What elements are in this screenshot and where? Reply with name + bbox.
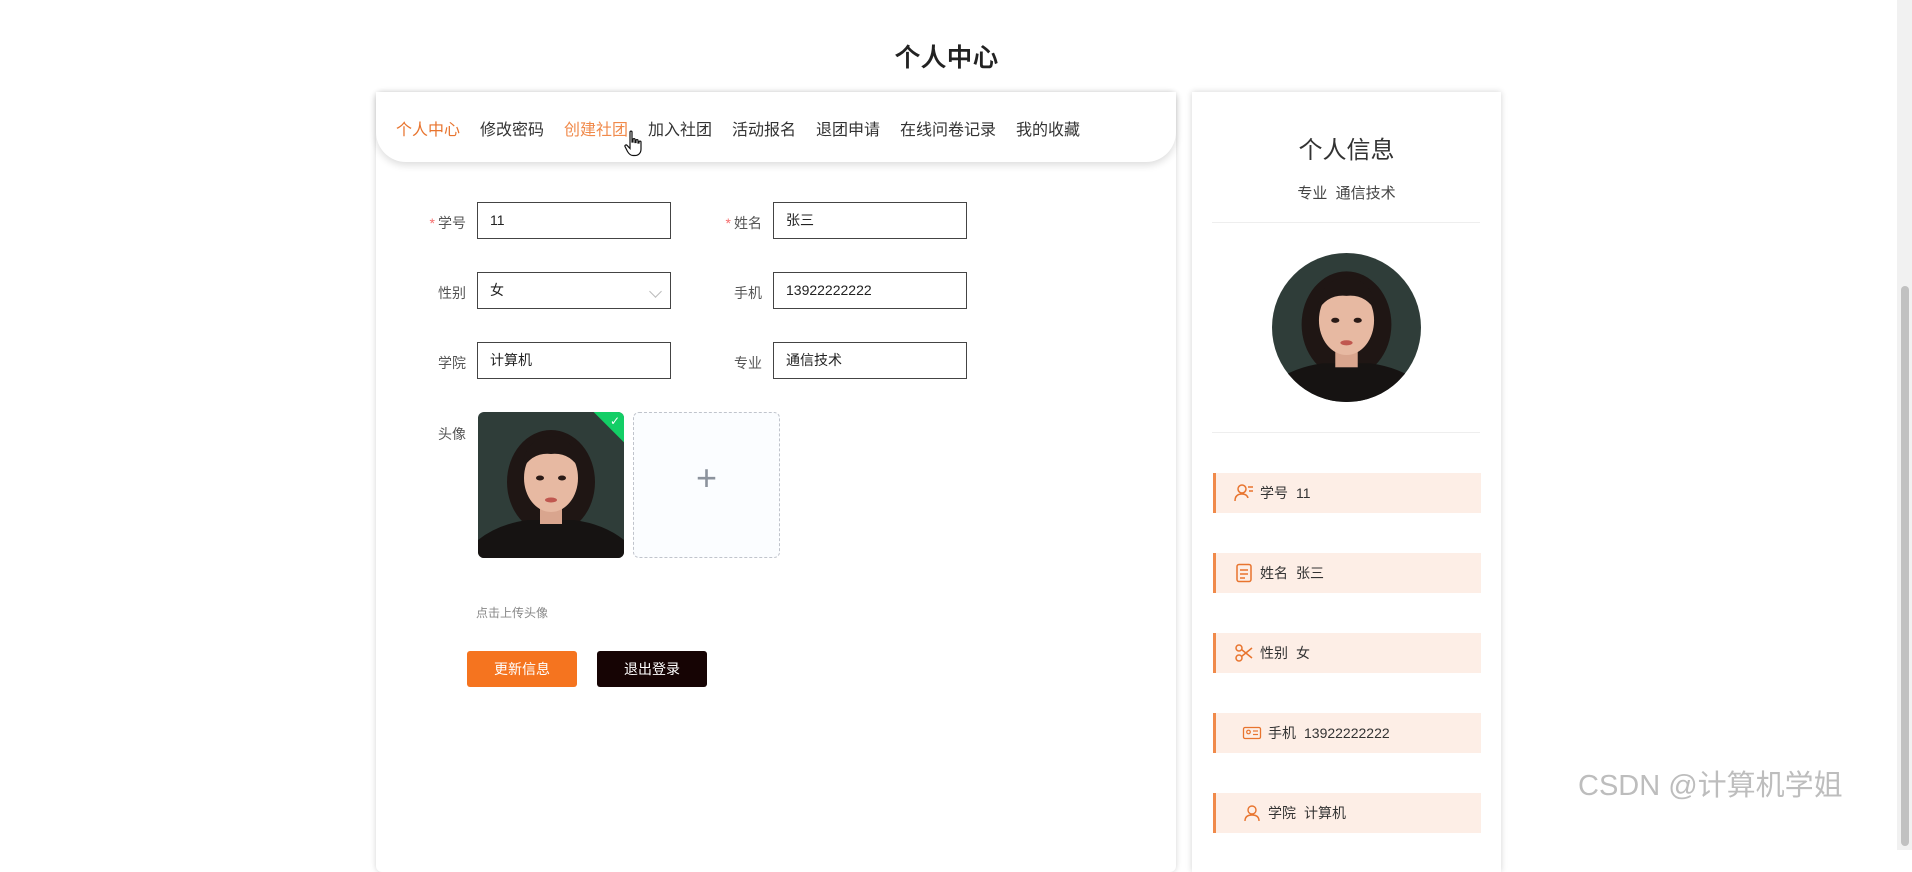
person-icon [1244,805,1260,822]
row-label: 学院 [1268,805,1296,821]
major-input[interactable]: 通信技术 [773,342,967,379]
row-label: 性别 [1260,645,1288,661]
row-value: 11 [1296,485,1311,501]
chevron-down-icon [649,285,662,298]
check-icon: ✓ [609,414,620,428]
plus-icon: + [695,457,718,498]
divider [1212,432,1480,433]
row-label: 学号 [1260,485,1288,501]
uploaded-avatar-image[interactable]: ✓ [478,412,624,558]
row-label: 姓名 [1260,565,1288,581]
college-input[interactable]: 计算机 [477,342,671,379]
id-card-icon [1242,726,1262,740]
phone-input[interactable]: 13922222222 [773,272,967,309]
profile-avatar [1272,253,1421,402]
user-id-icon [1234,484,1253,502]
profile-row-student-id: 学号 11 [1213,473,1481,513]
profile-title: 个人信息 [1298,137,1395,164]
update-info-button[interactable]: 更新信息 [467,651,577,687]
profile-row-phone: 手机 13922222222 [1213,713,1481,753]
row-value: 张三 [1296,565,1324,581]
profile-row-gender: 性别女 [1213,633,1481,673]
row-label: 手机 [1268,725,1296,741]
college-label: 学院 [438,355,466,371]
scissors-icon [1235,644,1253,662]
row-value: 计算机 [1304,805,1346,821]
tab-bar: 个人中心 修改密码 创建社团 加入社团 活动报名 退团申请 在线问卷记录 我的收… [376,92,1176,162]
tab-my-favorites[interactable]: 我的收藏 [1016,116,1080,140]
gender-select-value: 女 [490,282,504,298]
profile-panel: 个人信息 专业 通信技术 学号 11 姓名 张三 性别 女 手机 1392222… [1192,92,1501,872]
scrollbar-thumb[interactable] [1901,286,1909,846]
major-label: 专业 [734,355,762,371]
upload-hint: 点击上传头像 [476,606,549,620]
name-label: * 姓名 [725,215,762,231]
tab-personal-center[interactable]: 个人中心 [396,116,460,140]
page-title: 个人中心 [894,44,999,72]
student-id-input[interactable]: 11 [477,202,671,239]
portrait-image [478,412,624,558]
logout-button[interactable]: 退出登录 [597,651,707,687]
document-icon [1236,563,1252,583]
tab-change-password[interactable]: 修改密码 [480,116,544,140]
name-input[interactable]: 张三 [773,202,967,239]
hand-cursor-icon [624,130,642,157]
student-id-label: * 学号 [429,215,466,231]
watermark: CSDN @计算机学姐 [1578,770,1843,802]
phone-label: 手机 [734,285,762,301]
tab-survey-records[interactable]: 在线问卷记录 [900,116,996,140]
tab-event-signup[interactable]: 活动报名 [732,116,796,140]
tab-quit-club[interactable]: 退团申请 [816,116,880,140]
profile-major: 专业 通信技术 [1297,185,1396,202]
gender-select[interactable]: 女 [477,272,671,309]
divider [1212,222,1480,223]
profile-portrait-image [1272,253,1421,402]
tab-join-club[interactable]: 加入社团 [648,116,712,140]
gender-label: 性别 [438,285,466,301]
tab-create-club[interactable]: 创建社团 [564,116,628,140]
profile-row-college: 学院 计算机 [1213,793,1481,833]
page-scrollbar[interactable] [1897,0,1912,850]
row-value: 13922222222 [1304,725,1390,741]
avatar-label: 头像 [438,426,466,442]
profile-row-name: 姓名 张三 [1213,553,1481,593]
avatar-upload-button[interactable]: + [633,412,780,558]
row-value: 女 [1296,645,1310,661]
